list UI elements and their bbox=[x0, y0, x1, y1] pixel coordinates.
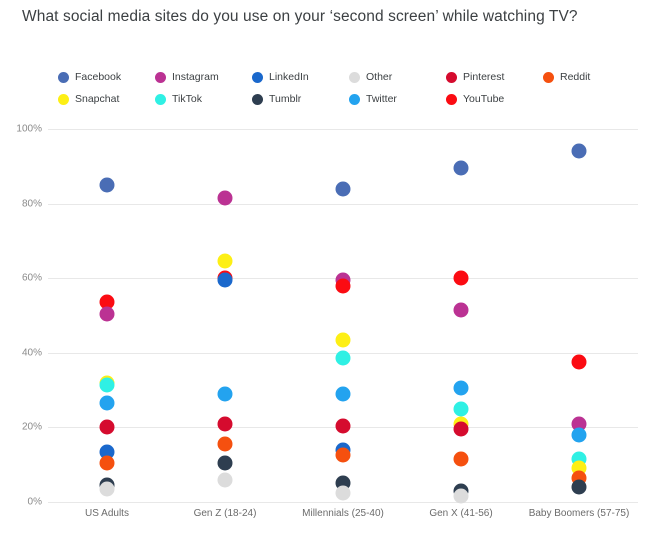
data-point[interactable] bbox=[453, 488, 469, 504]
data-point[interactable] bbox=[453, 421, 469, 437]
data-point[interactable] bbox=[99, 177, 115, 193]
data-point[interactable] bbox=[335, 332, 351, 348]
data-point[interactable] bbox=[217, 436, 233, 452]
gridline bbox=[48, 502, 638, 503]
data-point[interactable] bbox=[217, 416, 233, 432]
data-point[interactable] bbox=[571, 354, 587, 370]
data-point[interactable] bbox=[217, 253, 233, 269]
data-point[interactable] bbox=[99, 395, 115, 411]
data-point[interactable] bbox=[99, 377, 115, 392]
data-point[interactable] bbox=[217, 386, 233, 402]
data-point[interactable] bbox=[453, 380, 469, 396]
gridline bbox=[48, 129, 638, 130]
data-point[interactable] bbox=[217, 455, 233, 471]
data-point[interactable] bbox=[335, 350, 351, 366]
data-point[interactable] bbox=[453, 451, 469, 467]
data-point[interactable] bbox=[453, 160, 469, 176]
data-point[interactable] bbox=[453, 401, 469, 417]
x-axis-tick-label: Millennials (25-40) bbox=[302, 508, 384, 519]
y-axis-tick-label: 0% bbox=[27, 496, 42, 508]
data-point[interactable] bbox=[335, 181, 351, 197]
gridline bbox=[48, 203, 638, 205]
data-point[interactable] bbox=[453, 270, 469, 286]
y-axis-tick-label: 60% bbox=[21, 272, 42, 284]
data-point[interactable] bbox=[571, 143, 587, 159]
data-point[interactable] bbox=[217, 472, 233, 488]
data-point[interactable] bbox=[99, 306, 115, 322]
data-point[interactable] bbox=[335, 386, 351, 402]
plot-area: 0% 20% 40% 60% 80% 100% US Adults Gen Z (18-24)… bbox=[0, 0, 650, 534]
chart-container: What social media sites do you use on yo… bbox=[0, 0, 650, 534]
y-axis-tick-label: 80% bbox=[21, 198, 42, 210]
data-point[interactable] bbox=[571, 427, 587, 443]
data-point[interactable] bbox=[335, 447, 351, 463]
data-point[interactable] bbox=[571, 479, 587, 495]
data-point[interactable] bbox=[335, 485, 351, 501]
x-axis-tick-label: Gen X (41-56) bbox=[429, 508, 493, 519]
y-axis-tick-label: 100% bbox=[16, 123, 42, 135]
data-point[interactable] bbox=[335, 418, 351, 434]
data-point[interactable] bbox=[99, 481, 115, 497]
y-axis-tick-label: 40% bbox=[21, 347, 42, 359]
data-point[interactable] bbox=[99, 419, 115, 435]
x-axis-tick-label: Baby Boomers (57-75) bbox=[528, 508, 630, 519]
data-point[interactable] bbox=[217, 190, 233, 206]
x-axis-tick-label: US Adults bbox=[85, 508, 129, 519]
data-point[interactable] bbox=[99, 455, 115, 471]
data-point[interactable] bbox=[217, 272, 233, 288]
y-axis-tick-label: 20% bbox=[21, 421, 42, 433]
x-axis-tick-label: Gen Z (18-24) bbox=[193, 508, 257, 519]
data-point[interactable] bbox=[453, 302, 469, 318]
data-point[interactable] bbox=[335, 278, 351, 294]
